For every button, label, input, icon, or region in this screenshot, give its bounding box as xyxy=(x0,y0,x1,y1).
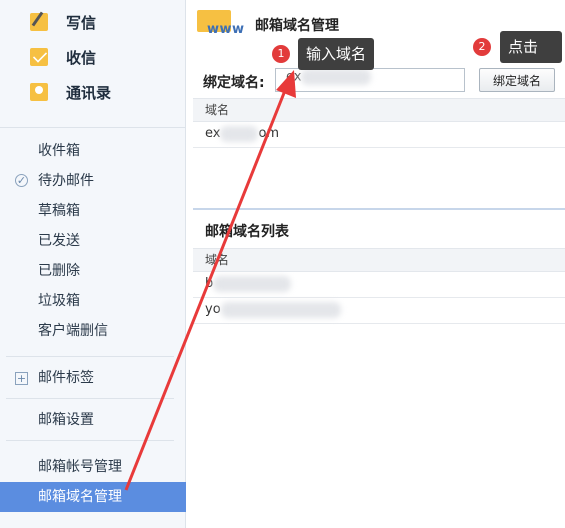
sidebar: 写信 收信 通讯录 收件箱 ✓ 待办邮件 草稿箱 已发送 已删除 垃圾箱 客户端… xyxy=(0,0,186,528)
folder-inbox[interactable]: 收件箱 xyxy=(38,141,80,161)
redaction-blur xyxy=(220,125,259,142)
inbox-button[interactable]: 收信 xyxy=(30,45,96,69)
domain-input-value: ex xyxy=(286,69,302,85)
domain-management-link[interactable]: 邮箱域名管理 xyxy=(38,487,122,507)
folder-todo[interactable]: 待办邮件 xyxy=(38,171,94,191)
domain-cell-start: ex xyxy=(205,126,221,141)
divider xyxy=(6,440,174,441)
domain-cell: b xyxy=(205,276,214,291)
logo-text: www xyxy=(207,22,245,37)
active-nav-item[interactable]: 邮箱域名管理 xyxy=(0,482,186,512)
folder-deleted[interactable]: 已删除 xyxy=(38,261,80,281)
table-row[interactable]: ex om xyxy=(193,122,565,148)
divider xyxy=(6,398,174,399)
step-2-badge: 2 xyxy=(473,38,491,56)
contacts-button[interactable]: 通讯录 xyxy=(30,80,111,104)
write-button[interactable]: 写信 xyxy=(30,10,96,34)
account-management-link[interactable]: 邮箱帐号管理 xyxy=(38,457,122,477)
pencil-icon xyxy=(30,13,48,31)
bind-domain-label: 绑定域名: xyxy=(203,75,265,91)
envelope-icon xyxy=(30,48,48,66)
folder-client-deleted[interactable]: 客户端删信 xyxy=(38,321,108,341)
step-2-tooltip: 点击 xyxy=(500,31,562,63)
bind-domain-button[interactable]: 绑定域名 xyxy=(479,68,555,92)
table-row[interactable]: b xyxy=(193,272,565,298)
table-header: 域名 xyxy=(193,248,565,272)
inbox-label: 收信 xyxy=(66,48,97,67)
contact-card-icon xyxy=(30,83,48,101)
domain-cell: yo xyxy=(205,302,221,317)
step-1-badge: 1 xyxy=(272,45,290,63)
expand-plus-icon[interactable]: + xyxy=(15,372,28,385)
redaction-blur xyxy=(301,69,372,85)
folder-sent[interactable]: 已发送 xyxy=(38,231,80,251)
write-label: 写信 xyxy=(66,13,97,32)
folder-spam[interactable]: 垃圾箱 xyxy=(38,291,80,311)
step-1-tooltip: 输入域名 xyxy=(298,38,375,70)
domain-list-title: 邮箱域名列表 xyxy=(205,224,289,240)
page-title: 邮箱域名管理 xyxy=(255,18,339,34)
redaction-blur xyxy=(213,275,292,292)
domain-input[interactable]: ex xyxy=(275,68,465,92)
table-header: 域名 xyxy=(193,98,565,122)
section-divider xyxy=(193,208,565,210)
main-panel: www 邮箱域名管理 绑定域名: ex 绑定域名 域名 ex om 邮箱域名列表 … xyxy=(187,0,565,528)
table-row[interactable]: yo xyxy=(193,298,565,324)
divider xyxy=(0,127,186,128)
check-circle-icon: ✓ xyxy=(15,174,28,187)
compose-section: 写信 收信 通讯录 xyxy=(0,0,186,117)
domain-cell-end: om xyxy=(258,126,280,141)
divider xyxy=(6,356,174,357)
redaction-blur xyxy=(220,301,341,318)
folder-tags[interactable]: 邮件标签 xyxy=(38,368,94,388)
contacts-label: 通讯录 xyxy=(66,83,112,102)
folder-drafts[interactable]: 草稿箱 xyxy=(38,201,80,221)
www-envelope-logo: www xyxy=(197,10,244,38)
mailbox-settings-link[interactable]: 邮箱设置 xyxy=(38,410,94,430)
